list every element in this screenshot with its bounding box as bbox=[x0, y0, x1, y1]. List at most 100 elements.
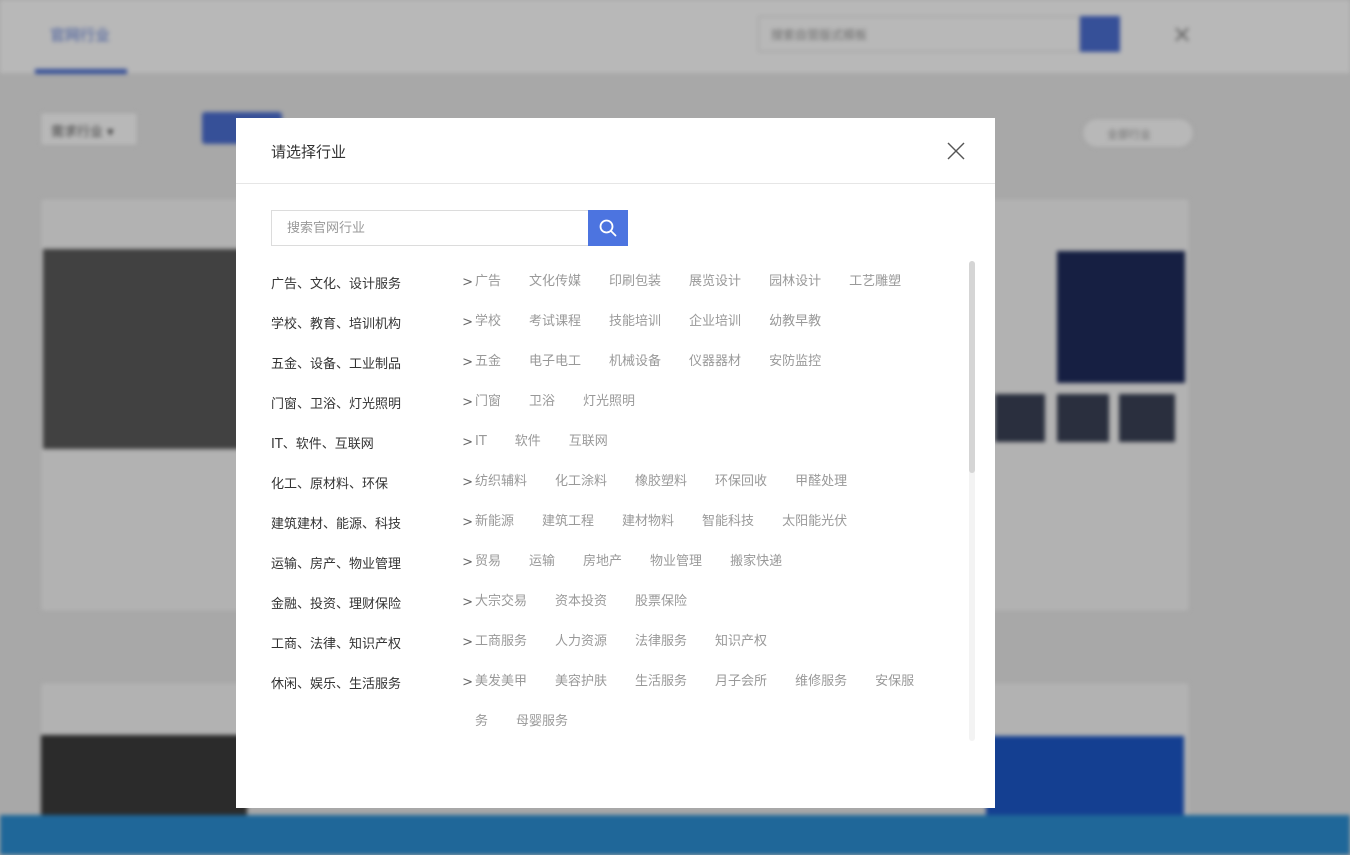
chevron-right-icon: > bbox=[462, 434, 473, 450]
industry-subitems: IT 软件 互联网 bbox=[475, 422, 951, 462]
industry-row: 五金、设备、工业制品 > 五金 电子电工 机械设备 仪器器材 安防监控 bbox=[271, 342, 951, 382]
industry-category-label: 五金、设备、工业制品 bbox=[271, 356, 402, 372]
industry-subitem[interactable]: 企业培训 bbox=[689, 302, 769, 342]
industry-subitem[interactable]: 建筑工程 bbox=[542, 502, 622, 542]
industry-category[interactable]: 工商、法律、知识产权 > bbox=[271, 622, 475, 662]
industry-subitem[interactable]: 化工涂料 bbox=[555, 462, 635, 502]
industry-subitem[interactable]: 贸易 bbox=[475, 542, 529, 582]
industry-subitem[interactable]: 环保回收 bbox=[715, 462, 795, 502]
industry-category[interactable]: IT、软件、互联网 > bbox=[271, 422, 475, 462]
industry-subitem[interactable]: 文化传媒 bbox=[529, 262, 609, 302]
industry-select-dialog: 请选择行业 广告、文化、设计服务>广告文化传媒印刷包装展览设计园林设计工艺雕塑学… bbox=[236, 118, 995, 808]
industry-row: 门窗、卫浴、灯光照明 > 门窗 卫浴 灯光照明 bbox=[271, 382, 951, 422]
industry-category-label: 化工、原材料、环保 bbox=[271, 476, 389, 492]
industry-category-label: 建筑建材、能源、科技 bbox=[271, 516, 402, 532]
industry-subitem[interactable]: IT bbox=[475, 422, 515, 462]
industry-subitem[interactable]: 知识产权 bbox=[715, 622, 795, 662]
industry-subitem[interactable]: 园林设计 bbox=[769, 262, 849, 302]
industry-subitems: 学校 考试课程 技能培训 企业培训 幼教早教 bbox=[475, 302, 951, 342]
industry-subitem[interactable]: 卫浴 bbox=[529, 382, 583, 422]
industry-subitems: 贸易 运输 房地产 物业管理 搬家快递 bbox=[475, 542, 951, 582]
industry-subitem[interactable]: 美容护肤 bbox=[555, 662, 635, 702]
industry-row: 广告、文化、设计服务 > 广告 文化传媒 印刷包装 展览设计 园林设计 工艺雕塑 bbox=[271, 262, 951, 302]
industry-subitem[interactable]: 运输 bbox=[529, 542, 583, 582]
industry-category[interactable]: 五金、设备、工业制品 > bbox=[271, 342, 475, 382]
industry-category[interactable]: 运输、房产、物业管理 > bbox=[271, 542, 475, 582]
chevron-right-icon: > bbox=[462, 274, 473, 290]
industry-subitem[interactable]: 展览设计 bbox=[689, 262, 769, 302]
industry-subitem[interactable]: 机械设备 bbox=[609, 342, 689, 382]
industry-row: 工商、法律、知识产权 > 工商服务 人力资源 法律服务 知识产权 bbox=[271, 622, 951, 662]
search-button[interactable] bbox=[588, 210, 628, 246]
close-icon[interactable] bbox=[943, 138, 969, 164]
industry-search bbox=[271, 210, 628, 246]
industry-subitem[interactable]: 新能源 bbox=[475, 502, 542, 542]
industry-subitems: 广告 文化传媒 印刷包装 展览设计 园林设计 工艺雕塑 bbox=[475, 262, 951, 302]
industry-subitems: 纺织辅料 化工涂料 橡胶塑料 环保回收 甲醛处理 bbox=[475, 462, 951, 502]
industry-subitem[interactable]: 技能培训 bbox=[609, 302, 689, 342]
industry-subitem[interactable]: 纺织辅料 bbox=[475, 462, 555, 502]
industry-category[interactable]: 金融、投资、理财保险 > bbox=[271, 582, 475, 622]
industry-subitem[interactable]: 灯光照明 bbox=[583, 382, 663, 422]
industry-subitem[interactable]: 工商服务 bbox=[475, 622, 555, 662]
industry-subitems: 五金 电子电工 机械设备 仪器器材 安防监控 bbox=[475, 342, 951, 382]
scrollbar-thumb[interactable] bbox=[969, 261, 975, 473]
industry-subitem[interactable]: 生活服务 bbox=[635, 662, 715, 702]
industry-subitem[interactable]: 物业管理 bbox=[650, 542, 730, 582]
industry-category-label: IT、软件、互联网 bbox=[271, 436, 374, 452]
industry-subitem[interactable]: 学校 bbox=[475, 302, 529, 342]
industry-subitem[interactable]: 考试课程 bbox=[529, 302, 609, 342]
industry-subitem[interactable]: 智能科技 bbox=[702, 502, 782, 542]
industry-category-label: 学校、教育、培训机构 bbox=[271, 316, 402, 332]
industry-subitem[interactable]: 仪器器材 bbox=[689, 342, 769, 382]
industry-subitem[interactable]: 美发美甲 bbox=[475, 662, 555, 702]
industry-subitem[interactable]: 维修服务 bbox=[795, 662, 875, 702]
industry-subitem[interactable]: 资本投资 bbox=[555, 582, 635, 622]
industry-category-label: 广告、文化、设计服务 bbox=[271, 276, 402, 292]
industry-subitem[interactable]: 人力资源 bbox=[555, 622, 635, 662]
industry-list: 广告、文化、设计服务 > 广告 文化传媒 印刷包装 展览设计 园林设计 工艺雕塑 学校、教育、培… bbox=[271, 262, 951, 742]
industry-row: 学校、教育、培训机构 > 学校 考试课程 技能培训 企业培训 幼教早教 bbox=[271, 302, 951, 342]
chevron-right-icon: > bbox=[462, 394, 473, 410]
industry-row: 化工、原材料、环保 > 纺织辅料 化工涂料 橡胶塑料 环保回收 甲醛处理 bbox=[271, 462, 951, 502]
industry-category-label: 休闲、娱乐、生活服务 bbox=[271, 676, 402, 692]
industry-category[interactable]: 门窗、卫浴、灯光照明 > bbox=[271, 382, 475, 422]
industry-subitem[interactable]: 五金 bbox=[475, 342, 529, 382]
industry-subitem[interactable]: 母婴服务 bbox=[516, 702, 596, 742]
industry-row: IT、软件、互联网 > IT 软件 互联网 bbox=[271, 422, 951, 462]
industry-row: 运输、房产、物业管理 > 贸易 运输 房地产 物业管理 搬家快递 bbox=[271, 542, 951, 582]
industry-subitem[interactable]: 印刷包装 bbox=[609, 262, 689, 302]
industry-category[interactable]: 休闲、娱乐、生活服务 > bbox=[271, 662, 475, 702]
industry-subitem[interactable]: 橡胶塑料 bbox=[635, 462, 715, 502]
industry-subitem[interactable]: 房地产 bbox=[583, 542, 650, 582]
scrollbar[interactable] bbox=[969, 261, 975, 741]
industry-subitem[interactable]: 软件 bbox=[515, 422, 569, 462]
industry-subitem[interactable]: 电子电工 bbox=[529, 342, 609, 382]
industry-subitem[interactable]: 大宗交易 bbox=[475, 582, 555, 622]
industry-category[interactable]: 广告、文化、设计服务 > bbox=[271, 262, 475, 302]
industry-row: 金融、投资、理财保险 > 大宗交易 资本投资 股票保险 bbox=[271, 582, 951, 622]
industry-subitem[interactable]: 互联网 bbox=[569, 422, 636, 462]
chevron-right-icon: > bbox=[462, 594, 473, 610]
industry-subitem[interactable]: 广告 bbox=[475, 262, 529, 302]
industry-category-label: 门窗、卫浴、灯光照明 bbox=[271, 396, 402, 412]
industry-subitem[interactable]: 门窗 bbox=[475, 382, 529, 422]
industry-subitem[interactable]: 甲醛处理 bbox=[795, 462, 875, 502]
industry-subitem[interactable]: 月子会所 bbox=[715, 662, 795, 702]
industry-subitem[interactable]: 幼教早教 bbox=[769, 302, 849, 342]
industry-subitem[interactable]: 建材物料 bbox=[622, 502, 702, 542]
industry-subitem[interactable]: 安防监控 bbox=[769, 342, 849, 382]
industry-category[interactable]: 建筑建材、能源、科技 > bbox=[271, 502, 475, 542]
industry-category[interactable]: 化工、原材料、环保 > bbox=[271, 462, 475, 502]
industry-subitems: 大宗交易 资本投资 股票保险 bbox=[475, 582, 951, 622]
industry-subitem[interactable]: 法律服务 bbox=[635, 622, 715, 662]
industry-subitem[interactable]: 安保服 bbox=[875, 662, 914, 702]
industry-subitem[interactable]: 搬家快递 bbox=[730, 542, 810, 582]
industry-search-input[interactable] bbox=[271, 210, 589, 246]
industry-subitem[interactable]: 务 bbox=[475, 702, 516, 742]
industry-subitem[interactable]: 股票保险 bbox=[635, 582, 715, 622]
industry-subitem[interactable]: 太阳能光伏 bbox=[782, 502, 875, 542]
chevron-right-icon: > bbox=[462, 474, 473, 490]
industry-subitem[interactable]: 工艺雕塑 bbox=[849, 262, 929, 302]
industry-category[interactable]: 学校、教育、培训机构 > bbox=[271, 302, 475, 342]
